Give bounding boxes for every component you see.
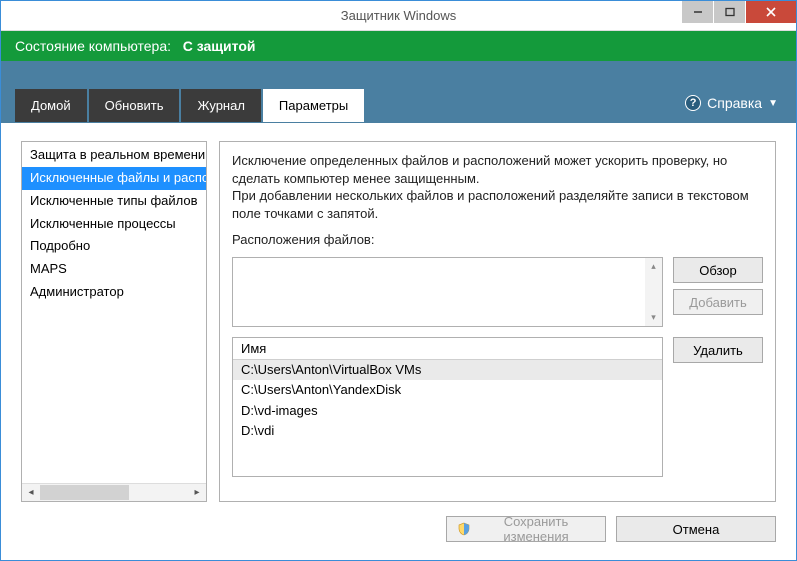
vscroll-track[interactable]: [645, 275, 662, 309]
description-line1: Исключение определенных файлов и располо…: [232, 152, 763, 187]
detail-panel: Исключение определенных файлов и располо…: [219, 141, 776, 502]
hscroll-track[interactable]: [40, 484, 188, 501]
excluded-names-list: Имя C:\Users\Anton\VirtualBox VMs C:\Use…: [232, 337, 663, 477]
window-controls: [681, 1, 796, 24]
settings-sidebar: Защита в реальном времени Исключенные фа…: [21, 141, 207, 502]
sidebar-item-excluded-types[interactable]: Исключенные типы файлов: [22, 190, 206, 213]
sidebar-item-maps[interactable]: MAPS: [22, 258, 206, 281]
add-button: Добавить: [673, 289, 763, 315]
maximize-button[interactable]: [714, 1, 745, 23]
status-label: Состояние компьютера:: [15, 38, 171, 54]
shield-icon: [457, 522, 471, 536]
sidebar-hscroll[interactable]: ◂ ▸: [22, 483, 206, 501]
locations-label: Расположения файлов:: [232, 232, 763, 247]
help-link[interactable]: ? Справка ▼: [685, 95, 778, 111]
tab-row: Домой Обновить Журнал Параметры: [15, 89, 782, 122]
description-line2: При добавлении нескольких файлов и распо…: [232, 187, 763, 222]
tab-update[interactable]: Обновить: [89, 89, 180, 122]
sidebar-item-advanced[interactable]: Подробно: [22, 235, 206, 258]
close-icon: [765, 6, 777, 18]
name-row[interactable]: C:\Users\Anton\VirtualBox VMs: [233, 360, 662, 380]
hscroll-right-button[interactable]: ▸: [188, 484, 206, 501]
save-button: Сохранить изменения: [446, 516, 606, 542]
hscroll-left-button[interactable]: ◂: [22, 484, 40, 501]
names-column-header[interactable]: Имя: [233, 338, 662, 360]
tab-settings[interactable]: Параметры: [263, 89, 364, 122]
status-bar: Состояние компьютера: С защитой: [1, 31, 796, 61]
vscroll-down-button[interactable]: ▾: [645, 309, 662, 326]
help-label: Справка: [707, 95, 762, 111]
tabs-area: Домой Обновить Журнал Параметры ? Справк…: [1, 61, 796, 123]
tab-history[interactable]: Журнал: [181, 89, 260, 122]
name-row[interactable]: D:\vdi: [233, 421, 662, 441]
sidebar-item-realtime[interactable]: Защита в реальном времени: [22, 144, 206, 167]
sidebar-item-administrator[interactable]: Администратор: [22, 281, 206, 304]
titlebar: Защитник Windows: [1, 1, 796, 31]
locations-input[interactable]: ▴ ▾: [232, 257, 663, 327]
tab-home[interactable]: Домой: [15, 89, 87, 122]
minimize-icon: [693, 7, 703, 17]
cancel-button[interactable]: Отмена: [616, 516, 776, 542]
description: Исключение определенных файлов и располо…: [232, 152, 763, 222]
settings-sidebar-list[interactable]: Защита в реальном времени Исключенные фа…: [22, 142, 206, 483]
minimize-button[interactable]: [682, 1, 713, 23]
window-title: Защитник Windows: [341, 8, 456, 23]
panels: Защита в реальном времени Исключенные фа…: [21, 141, 776, 502]
maximize-icon: [725, 7, 735, 17]
help-icon: ?: [685, 95, 701, 111]
vscroll-up-button[interactable]: ▴: [645, 258, 662, 275]
footer-buttons: Сохранить изменения Отмена: [21, 502, 776, 542]
hscroll-thumb[interactable]: [40, 485, 129, 500]
browse-button[interactable]: Обзор: [673, 257, 763, 283]
names-list[interactable]: C:\Users\Anton\VirtualBox VMs C:\Users\A…: [233, 360, 662, 476]
close-button[interactable]: [746, 1, 796, 23]
remove-button[interactable]: Удалить: [673, 337, 763, 363]
name-row[interactable]: C:\Users\Anton\YandexDisk: [233, 380, 662, 400]
status-value: С защитой: [183, 38, 256, 54]
content-area: Защита в реальном времени Исключенные фа…: [1, 123, 796, 556]
sidebar-item-excluded-processes[interactable]: Исключенные процессы: [22, 213, 206, 236]
locations-vscroll[interactable]: ▴ ▾: [645, 258, 662, 326]
save-button-label: Сохранить изменения: [477, 514, 595, 544]
chevron-down-icon: ▼: [768, 98, 778, 109]
name-row[interactable]: D:\vd-images: [233, 401, 662, 421]
sidebar-item-excluded-files[interactable]: Исключенные файлы и расположения: [22, 167, 206, 190]
